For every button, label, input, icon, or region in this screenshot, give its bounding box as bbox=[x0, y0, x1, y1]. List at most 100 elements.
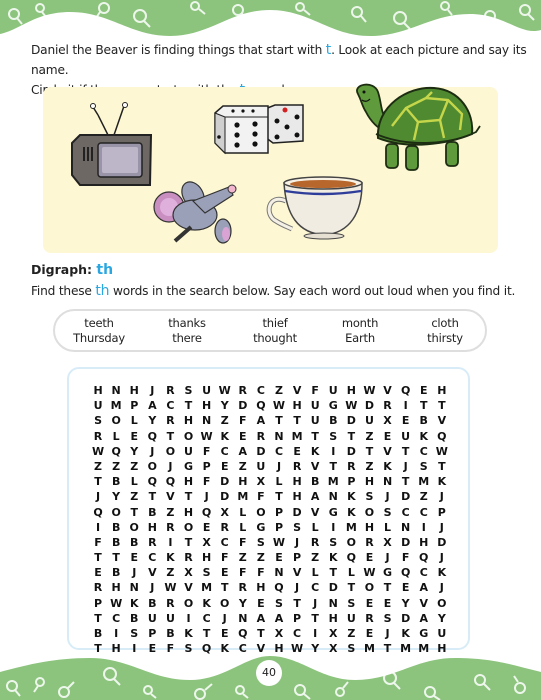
grid-letter[interactable]: Q bbox=[89, 505, 107, 520]
grid-letter[interactable]: Y bbox=[107, 489, 125, 504]
grid-letter[interactable]: O bbox=[179, 429, 197, 444]
grid-letter[interactable]: X bbox=[216, 505, 234, 520]
grid-letter[interactable]: K bbox=[342, 505, 360, 520]
grid-letter[interactable]: H bbox=[360, 520, 378, 535]
grid-letter[interactable]: E bbox=[360, 626, 378, 641]
grid-letter[interactable]: E bbox=[379, 429, 397, 444]
grid-letter[interactable]: B bbox=[143, 596, 161, 611]
grid-letter[interactable]: R bbox=[360, 535, 378, 550]
grid-letter[interactable]: T bbox=[107, 550, 125, 565]
grid-letter[interactable]: J bbox=[143, 383, 161, 398]
grid-letter[interactable]: I bbox=[107, 626, 125, 641]
grid-letter[interactable]: K bbox=[125, 596, 143, 611]
grid-letter[interactable]: A bbox=[252, 413, 270, 428]
grid-letter[interactable]: V bbox=[288, 383, 306, 398]
grid-letter[interactable]: Z bbox=[216, 413, 234, 428]
grid-letter[interactable]: L bbox=[379, 520, 397, 535]
grid-letter[interactable]: T bbox=[161, 429, 179, 444]
grid-letter[interactable]: O bbox=[179, 596, 197, 611]
grid-letter[interactable]: F bbox=[234, 565, 252, 580]
grid-letter[interactable]: T bbox=[143, 489, 161, 504]
grid-letter[interactable]: O bbox=[216, 596, 234, 611]
grid-letter[interactable]: R bbox=[161, 413, 179, 428]
grid-letter[interactable]: X bbox=[252, 474, 270, 489]
grid-letter[interactable]: H bbox=[360, 474, 378, 489]
tv-icon[interactable] bbox=[68, 97, 153, 192]
grid-letter[interactable]: Z bbox=[107, 459, 125, 474]
grid-letter[interactable]: T bbox=[270, 489, 288, 504]
grid-letter[interactable]: N bbox=[234, 611, 252, 626]
grid-letter[interactable]: T bbox=[179, 398, 197, 413]
grid-letter[interactable]: Q bbox=[415, 550, 433, 565]
grid-letter[interactable]: W bbox=[360, 565, 378, 580]
grid-letter[interactable]: J bbox=[379, 489, 397, 504]
grid-letter[interactable]: T bbox=[324, 565, 342, 580]
grid-letter[interactable]: O bbox=[161, 444, 179, 459]
grid-letter[interactable]: P bbox=[270, 505, 288, 520]
grid-letter[interactable]: Q bbox=[161, 474, 179, 489]
grid-letter[interactable]: I bbox=[89, 520, 107, 535]
grid-letter[interactable]: E bbox=[216, 565, 234, 580]
grid-letter[interactable]: T bbox=[288, 596, 306, 611]
grid-letter[interactable]: G bbox=[415, 626, 433, 641]
grid-letter[interactable]: U bbox=[324, 383, 342, 398]
grid-letter[interactable]: C bbox=[415, 565, 433, 580]
grid-letter[interactable]: T bbox=[125, 505, 143, 520]
grid-letter[interactable]: R bbox=[143, 535, 161, 550]
grid-letter[interactable]: M bbox=[288, 429, 306, 444]
grid-letter[interactable]: C bbox=[143, 550, 161, 565]
grid-letter[interactable]: O bbox=[107, 505, 125, 520]
grid-letter[interactable]: H bbox=[107, 580, 125, 595]
grid-letter[interactable]: C bbox=[306, 580, 324, 595]
grid-letter[interactable]: H bbox=[125, 383, 143, 398]
mouse-icon[interactable] bbox=[153, 179, 243, 249]
grid-letter[interactable]: Q bbox=[252, 398, 270, 413]
grid-letter[interactable]: J bbox=[161, 459, 179, 474]
grid-letter[interactable]: V bbox=[379, 444, 397, 459]
grid-letter[interactable]: L bbox=[234, 505, 252, 520]
grid-letter[interactable]: H bbox=[288, 398, 306, 413]
grid-letter[interactable]: V bbox=[306, 459, 324, 474]
grid-letter[interactable]: Z bbox=[125, 489, 143, 504]
grid-letter[interactable]: U bbox=[360, 413, 378, 428]
grid-letter[interactable]: S bbox=[342, 596, 360, 611]
grid-letter[interactable]: T bbox=[179, 535, 197, 550]
dice-icon[interactable] bbox=[213, 103, 308, 161]
grid-letter[interactable]: A bbox=[270, 611, 288, 626]
grid-letter[interactable]: U bbox=[342, 611, 360, 626]
grid-letter[interactable]: V bbox=[179, 580, 197, 595]
grid-letter[interactable]: R bbox=[234, 580, 252, 595]
grid-letter[interactable]: E bbox=[216, 459, 234, 474]
grid-letter[interactable]: J bbox=[433, 489, 451, 504]
grid-letter[interactable]: T bbox=[342, 580, 360, 595]
grid-letter[interactable]: J bbox=[433, 520, 451, 535]
grid-letter[interactable]: D bbox=[342, 444, 360, 459]
grid-letter[interactable]: Y bbox=[234, 596, 252, 611]
grid-letter[interactable]: W bbox=[216, 383, 234, 398]
grid-letter[interactable]: E bbox=[415, 383, 433, 398]
grid-letter[interactable]: S bbox=[288, 520, 306, 535]
grid-letter[interactable]: L bbox=[306, 520, 324, 535]
grid-letter[interactable]: W bbox=[270, 398, 288, 413]
grid-letter[interactable]: H bbox=[234, 474, 252, 489]
grid-letter[interactable]: O bbox=[125, 520, 143, 535]
grid-letter[interactable]: E bbox=[125, 550, 143, 565]
grid-letter[interactable]: E bbox=[360, 596, 378, 611]
grid-letter[interactable]: R bbox=[216, 520, 234, 535]
grid-letter[interactable]: P bbox=[270, 520, 288, 535]
grid-letter[interactable]: S bbox=[379, 505, 397, 520]
grid-letter[interactable]: Z bbox=[306, 550, 324, 565]
grid-letter[interactable]: Q bbox=[143, 474, 161, 489]
grid-letter[interactable]: L bbox=[342, 565, 360, 580]
grid-letter[interactable]: U bbox=[143, 611, 161, 626]
grid-letter[interactable]: V bbox=[379, 383, 397, 398]
grid-letter[interactable]: R bbox=[179, 550, 197, 565]
grid-letter[interactable]: T bbox=[342, 429, 360, 444]
grid-letter[interactable]: H bbox=[342, 383, 360, 398]
grid-letter[interactable]: J bbox=[288, 580, 306, 595]
grid-letter[interactable]: B bbox=[89, 626, 107, 641]
grid-letter[interactable]: M bbox=[234, 489, 252, 504]
grid-letter[interactable]: T bbox=[89, 474, 107, 489]
grid-letter[interactable]: E bbox=[379, 596, 397, 611]
grid-letter[interactable]: M bbox=[342, 520, 360, 535]
